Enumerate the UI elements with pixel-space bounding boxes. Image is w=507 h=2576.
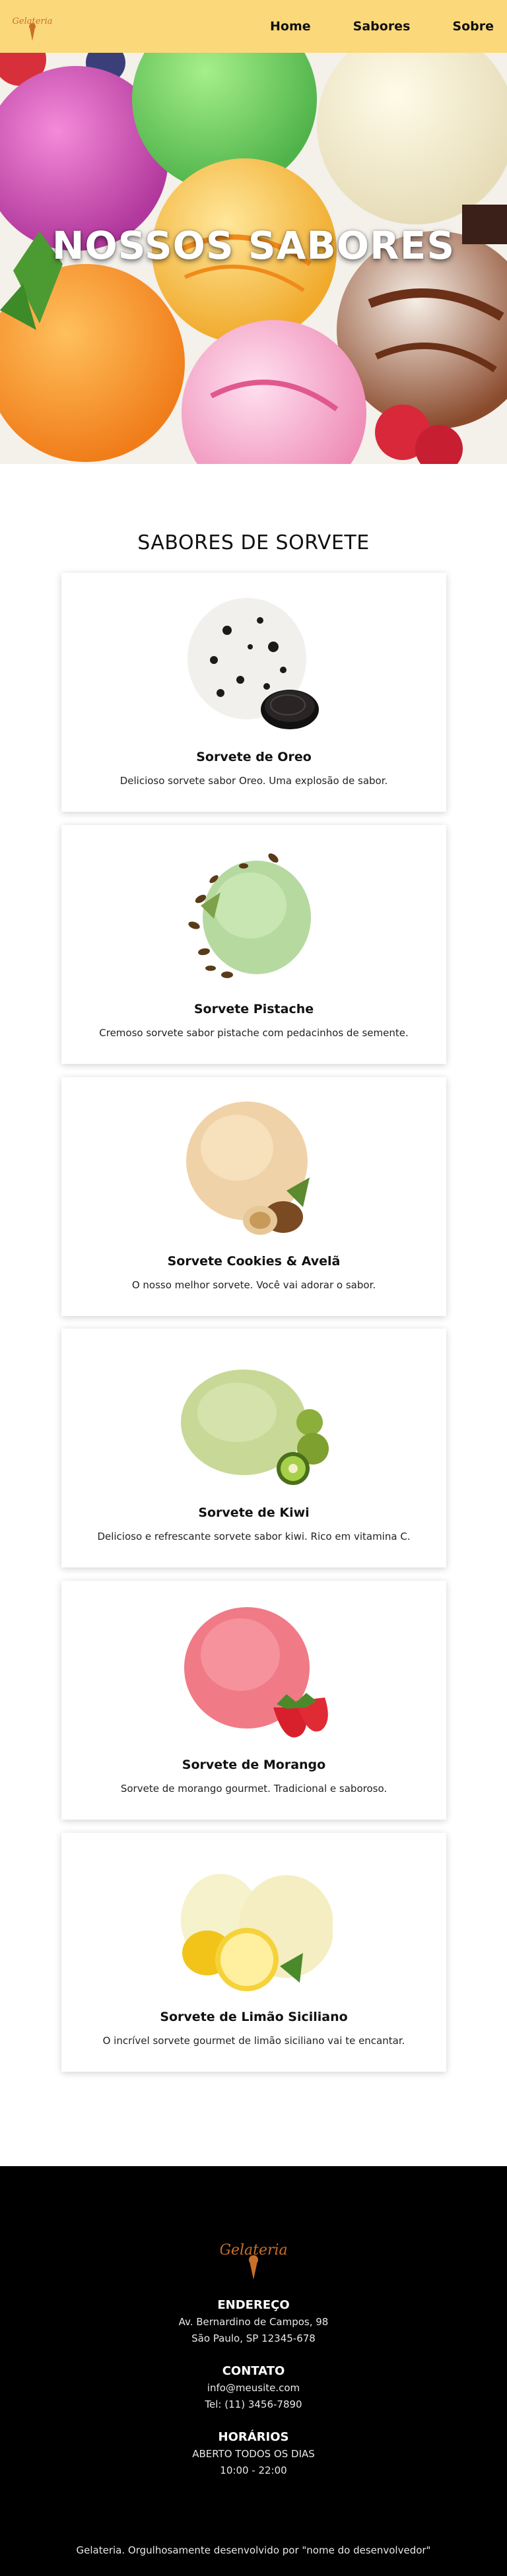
contact-heading: CONTATO bbox=[222, 2364, 285, 2378]
ice-cream-cone-logo-icon: Gelateria bbox=[220, 2242, 287, 2280]
flavor-card-morango[interactable]: Sorvete de Morango Sorvete de morango go… bbox=[61, 1581, 446, 1820]
section-title: SABORES DE SORVETE bbox=[137, 531, 370, 554]
flavor-name: Sorvete Pistache bbox=[193, 1002, 314, 1016]
flavor-description: Sorvete de morango gourmet. Tradicional … bbox=[120, 1783, 388, 1795]
flavor-name: Sorvete de Oreo bbox=[196, 750, 312, 764]
lemon-ice-cream-image bbox=[174, 1854, 333, 1996]
footer-hours-block: HORÁRIOS ABERTO TODOS OS DIAS 10:00 - 22… bbox=[0, 2429, 507, 2479]
hours-line: 10:00 - 22:00 bbox=[220, 2464, 287, 2476]
ice-cream-cone-logo-icon: Gelateria bbox=[12, 17, 53, 41]
oreo-ice-cream-image bbox=[174, 594, 333, 736]
nav-sobre-link[interactable]: Sobre bbox=[452, 18, 494, 34]
flavor-card-oreo[interactable]: Sorvete de Oreo Delicioso sorvete sabor … bbox=[61, 573, 446, 812]
flavor-card-kiwi[interactable]: Sorvete de Kiwi Delicioso e refrescante … bbox=[61, 1329, 446, 1568]
footer-logo[interactable]: Gelateria bbox=[220, 2235, 287, 2281]
hours-heading: HORÁRIOS bbox=[218, 2430, 289, 2444]
flavor-card-cookies-avela[interactable]: Sorvete Cookies & Avelã O nosso melhor s… bbox=[61, 1077, 446, 1316]
flavor-card-limao-siciliano[interactable]: Sorvete de Limão Siciliano O incrível so… bbox=[61, 1833, 446, 2072]
hero-banner: NOSSOS SABORES bbox=[0, 53, 507, 464]
hazelnut-ice-cream-image bbox=[174, 1098, 333, 1240]
flavor-name: Sorvete de Morango bbox=[182, 1758, 326, 1772]
pistachio-ice-cream-image bbox=[174, 846, 333, 988]
flavor-name: Sorvete Cookies & Avelã bbox=[167, 1254, 341, 1269]
footer-address-block: ENDEREÇO Av. Bernardino de Campos, 98 Sã… bbox=[0, 2297, 507, 2347]
footer-copyright: Gelateria. Orgulhosamente desenvolvido p… bbox=[76, 2544, 431, 2556]
site-footer: Gelateria ENDEREÇO Av. Bernardino de Cam… bbox=[0, 2166, 507, 2576]
strawberry-ice-cream-image bbox=[174, 1602, 333, 1744]
address-line: São Paulo, SP 12345-678 bbox=[191, 2332, 316, 2344]
hero-title: NOSSOS SABORES bbox=[51, 223, 456, 268]
kiwi-ice-cream-image bbox=[174, 1350, 333, 1492]
flavor-description: Delicioso sorvete sabor Oreo. Uma explos… bbox=[119, 775, 388, 787]
site-header: Gelateria Home Sabores Sobre bbox=[0, 0, 507, 53]
flavor-name: Sorvete de Kiwi bbox=[198, 1505, 310, 1520]
nav-sabores-link[interactable]: Sabores bbox=[353, 18, 411, 34]
flavor-description: O incrível sorvete gourmet de limão sici… bbox=[102, 2035, 405, 2047]
nav-home-link[interactable]: Home bbox=[270, 18, 311, 34]
hours-line: ABERTO TODOS OS DIAS bbox=[192, 2448, 315, 2460]
contact-phone: Tel: (11) 3456-7890 bbox=[205, 2398, 302, 2410]
flavor-card-pistache[interactable]: Sorvete Pistache Cremoso sorvete sabor p… bbox=[61, 825, 446, 1064]
flavor-description: Delicioso e refrescante sorvete sabor ki… bbox=[97, 1531, 411, 1542]
flavor-description: Cremoso sorvete sabor pistache com pedac… bbox=[99, 1027, 409, 1039]
address-line: Av. Bernardino de Campos, 98 bbox=[178, 2316, 329, 2328]
gelateria-logo[interactable]: Gelateria bbox=[12, 9, 53, 44]
main-nav: Home Sabores Sobre bbox=[228, 18, 494, 34]
flavor-description: O nosso melhor sorvete. Você vai adorar … bbox=[131, 1279, 376, 1291]
contact-email-link[interactable]: info@meusite.com bbox=[0, 2380, 507, 2396]
footer-contact-block: CONTATO info@meusite.com Tel: (11) 3456-… bbox=[0, 2363, 507, 2413]
flavor-name: Sorvete de Limão Siciliano bbox=[160, 2010, 348, 2024]
address-heading: ENDEREÇO bbox=[217, 2298, 290, 2312]
